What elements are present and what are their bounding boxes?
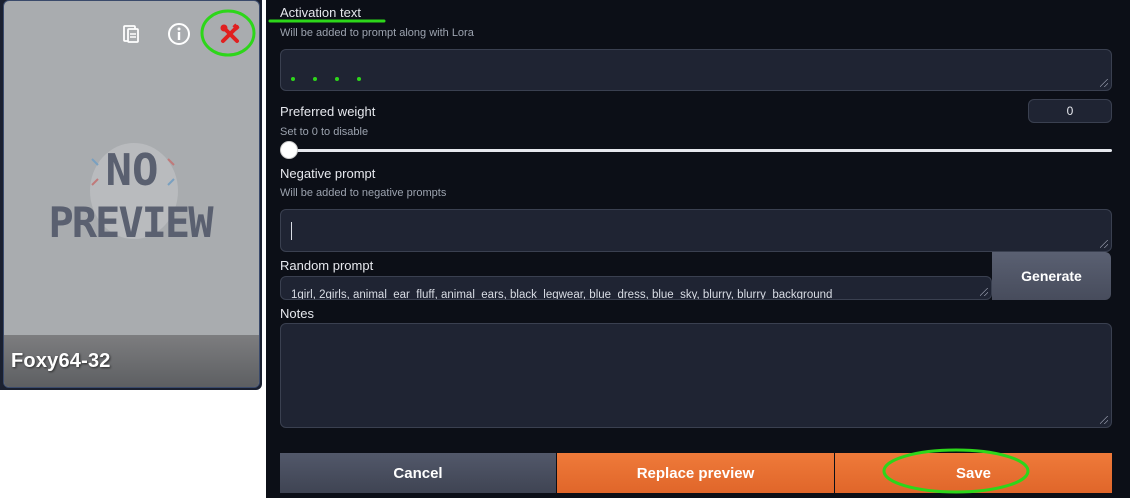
negative-label: Negative prompt (280, 166, 376, 181)
resize-handle[interactable] (980, 288, 988, 296)
weight-hint: Set to 0 to disable (280, 126, 369, 138)
card-name: Foxy64-32 (11, 350, 111, 372)
negative-textarea[interactable] (280, 209, 1112, 252)
weight-slider-track[interactable] (284, 149, 1112, 152)
weight-slider-thumb[interactable] (280, 141, 298, 159)
generate-button[interactable]: Generate (992, 252, 1111, 300)
weight-number-input[interactable]: 0 (1028, 99, 1112, 123)
annotation-underline (268, 19, 386, 23)
annotation-circle (200, 9, 256, 57)
notes-textarea[interactable] (280, 323, 1112, 428)
info-icon[interactable] (164, 19, 194, 49)
resize-handle[interactable] (1100, 79, 1108, 87)
resize-handle[interactable] (1100, 240, 1108, 248)
preview-image[interactable]: NO PREVIEW Foxy64-32 (3, 0, 260, 388)
weight-label: Preferred weight (280, 104, 376, 119)
activation-hint: Will be added to prompt along with Lora (280, 27, 474, 39)
activation-textarea[interactable] (280, 49, 1112, 91)
random-prompt-textarea[interactable]: 1girl, 2girls, animal_ear_fluff, animal_… (280, 276, 992, 300)
annotation-save-circle (882, 448, 1030, 494)
svg-text:PREVIEW: PREVIEW (48, 198, 214, 247)
lora-card: NO PREVIEW Foxy64-32 (0, 0, 262, 390)
text-cursor (291, 222, 292, 240)
resize-handle[interactable] (1100, 416, 1108, 424)
copy-path-icon[interactable] (116, 19, 146, 49)
replace-preview-button[interactable]: Replace preview (557, 453, 834, 493)
edit-panel: Activation text Will be added to prompt … (266, 0, 1130, 498)
random-prompt-label: Random prompt (280, 258, 374, 273)
svg-text:NO: NO (106, 145, 159, 196)
cancel-button[interactable]: Cancel (280, 453, 556, 493)
notes-label: Notes (280, 306, 314, 321)
no-preview-placeholder: NO PREVIEW (34, 139, 234, 249)
annotation-dots (291, 77, 361, 81)
negative-hint: Will be added to negative prompts (280, 187, 447, 199)
